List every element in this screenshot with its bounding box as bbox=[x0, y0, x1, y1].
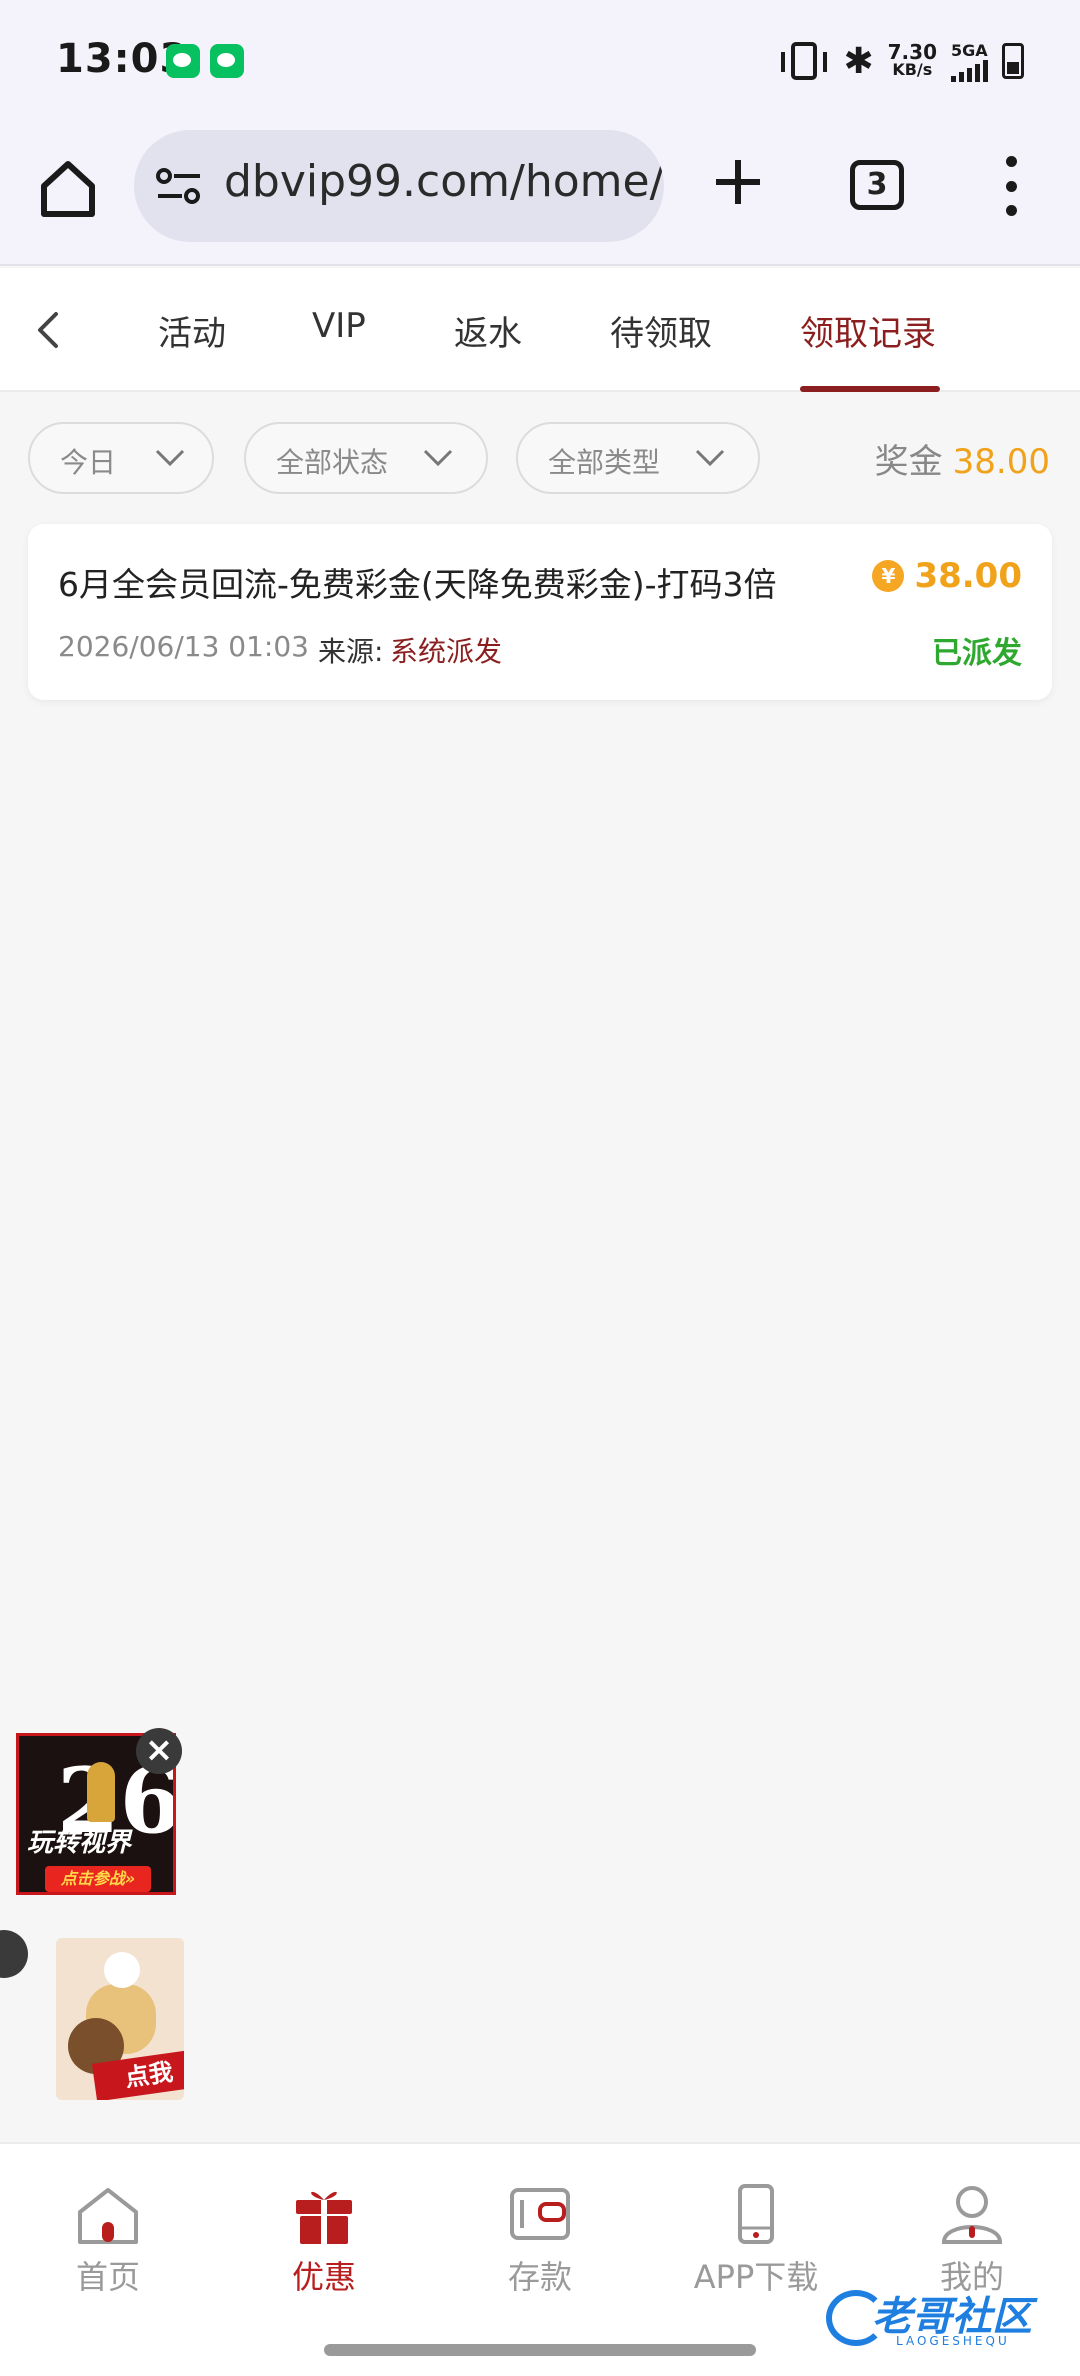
bottom-nav-app-download[interactable]: APP下载 bbox=[676, 2184, 836, 2304]
bottom-nav-deposit-label: 存款 bbox=[507, 2258, 572, 2296]
tab-switcher-button[interactable]: 3 bbox=[850, 160, 904, 210]
tab-vip[interactable]: VIP bbox=[312, 306, 366, 346]
record-amount: ¥ 38.00 bbox=[872, 556, 1022, 596]
record-status: 已派发 bbox=[932, 636, 1022, 671]
record-source-label: 来源: bbox=[318, 635, 384, 668]
network-speed-unit: KB/s bbox=[892, 60, 933, 79]
tab-pending[interactable]: 待领取 bbox=[610, 306, 712, 355]
new-tab-button[interactable] bbox=[706, 150, 770, 214]
float-handle[interactable] bbox=[0, 1930, 28, 1978]
date-filter-label: 今日 bbox=[60, 446, 117, 479]
signal-indicator: 5GA bbox=[951, 41, 988, 82]
active-tab-indicator bbox=[800, 386, 940, 392]
wallet-icon bbox=[510, 2188, 570, 2240]
back-arrow-icon[interactable] bbox=[28, 306, 68, 354]
record-source-value: 系统派发 bbox=[390, 635, 503, 668]
browser-home-button[interactable] bbox=[36, 156, 100, 220]
home-icon bbox=[78, 2188, 138, 2244]
plus-icon bbox=[716, 160, 760, 204]
bottom-nav-promotions-label: 优惠 bbox=[291, 2258, 356, 2296]
menu-dot-icon bbox=[1005, 180, 1017, 192]
worldcup-ad-text: 玩转视界 bbox=[27, 1828, 132, 1858]
bottom-nav-app-download-label: APP下载 bbox=[693, 2258, 819, 2296]
network-type: 5GA bbox=[951, 40, 988, 60]
record-datetime: 2026/06/13 01:03 bbox=[58, 630, 309, 663]
date-filter[interactable]: 今日 bbox=[28, 422, 214, 494]
status-bar: 13:03 ✱ 7.30 KB/s 5GA bbox=[0, 0, 1080, 120]
bottom-nav-home-label: 首页 bbox=[75, 2258, 140, 2296]
bottom-nav-deposit[interactable]: 存款 bbox=[460, 2184, 620, 2304]
home-indicator[interactable] bbox=[324, 2344, 756, 2356]
signal-bars-icon bbox=[951, 59, 988, 82]
tab-rebate[interactable]: 返水 bbox=[454, 306, 522, 355]
bonus-total: 奖金 38.00 bbox=[875, 434, 1050, 483]
home-icon bbox=[41, 161, 95, 217]
ad-figure-head bbox=[104, 1952, 140, 1988]
trophy-icon bbox=[87, 1762, 115, 1822]
type-filter[interactable]: 全部类型 bbox=[516, 422, 760, 494]
ad-close-button[interactable]: × bbox=[136, 1728, 182, 1774]
chevron-down-icon bbox=[695, 449, 725, 467]
record-card[interactable]: 6月全会员回流-免费彩金(天降免费彩金)-打码3倍 ¥ 38.00 2026/0… bbox=[28, 524, 1052, 700]
bluetooth-icon: ✱ bbox=[843, 40, 874, 82]
chevron-down-icon bbox=[155, 449, 185, 467]
record-amount-value: 38.00 bbox=[914, 556, 1022, 596]
watermark-logo: 老哥社区 LAOGESHEQU bbox=[826, 2280, 1062, 2352]
browser-toolbar: dbvip99.com/home/r 3 bbox=[0, 120, 1080, 266]
menu-dot-icon bbox=[1005, 156, 1017, 167]
network-speed-value: 7.30 bbox=[887, 40, 937, 64]
worldcup-ad-cta[interactable]: 点击参战» bbox=[45, 1866, 151, 1892]
battery-icon bbox=[1002, 43, 1024, 79]
bonus-label: 奖金 bbox=[874, 442, 943, 482]
bottom-nav-home[interactable]: 首页 bbox=[28, 2184, 188, 2304]
tab-claim-records[interactable]: 领取记录 bbox=[800, 306, 936, 355]
address-bar[interactable]: dbvip99.com/home/r bbox=[134, 130, 664, 242]
site-settings-icon[interactable] bbox=[156, 166, 202, 206]
status-indicators: ✱ 7.30 KB/s 5GA bbox=[781, 36, 1024, 86]
gift-icon bbox=[296, 2191, 352, 2244]
coin-icon: ¥ bbox=[872, 560, 905, 592]
status-filter-label: 全部状态 bbox=[276, 446, 389, 479]
status-filter[interactable]: 全部状态 bbox=[244, 422, 488, 494]
wechat-notification-icon bbox=[210, 44, 244, 78]
watermark-subtext: LAOGESHEQU bbox=[896, 2334, 1010, 2348]
tab-activities[interactable]: 活动 bbox=[158, 306, 226, 355]
chevron-down-icon bbox=[423, 449, 453, 467]
network-speed: 7.30 KB/s bbox=[887, 40, 937, 79]
bottom-nav-promotions[interactable]: 优惠 bbox=[244, 2184, 404, 2304]
browser-menu-button[interactable] bbox=[996, 156, 1026, 216]
phone-icon bbox=[738, 2184, 774, 2244]
record-title: 6月全会员回流-免费彩金(天降免费彩金)-打码3倍 bbox=[58, 565, 777, 604]
type-filter-label: 全部类型 bbox=[548, 446, 661, 479]
promo-nav-tabs: 活动 VIP 返水 待领取 领取记录 bbox=[0, 268, 1080, 392]
vibrate-icon bbox=[781, 42, 828, 80]
wechat-notification-icon bbox=[166, 44, 200, 78]
bonus-total-amount: 38.00 bbox=[952, 442, 1050, 482]
url-text: dbvip99.com/home/r bbox=[224, 156, 664, 207]
user-icon bbox=[941, 2186, 1003, 2244]
promo-ad-banner[interactable]: 点我 bbox=[56, 1938, 184, 2100]
menu-dot-icon bbox=[1005, 205, 1017, 216]
